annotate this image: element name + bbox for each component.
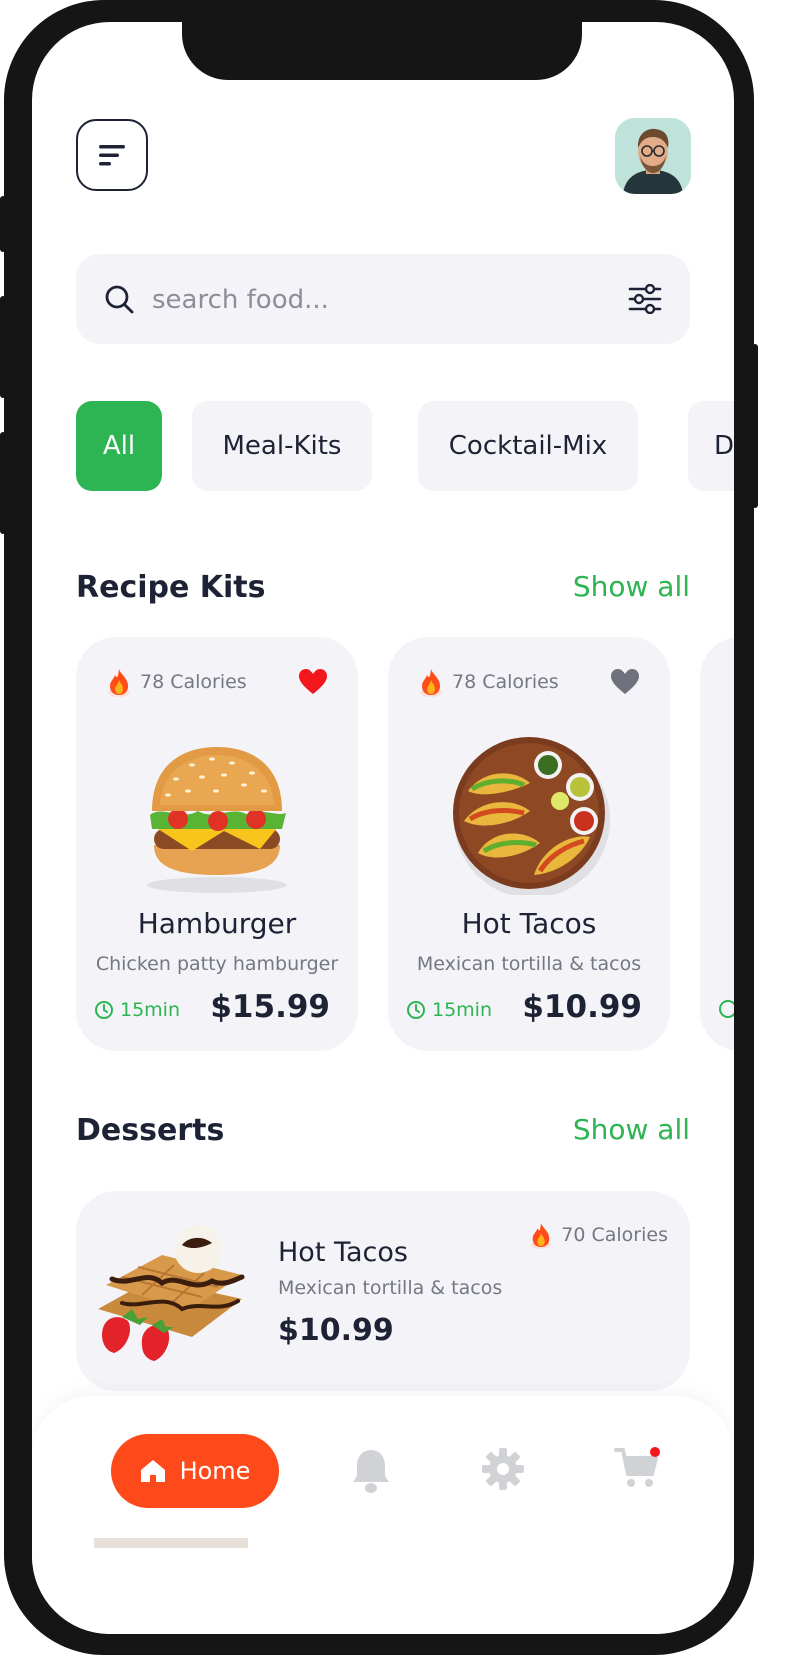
cart-icon[interactable] [614, 1446, 662, 1490]
card-title: Hot Tacos [461, 907, 597, 940]
prep-time: 15min [406, 999, 492, 1021]
search-bar [76, 254, 690, 346]
calories-label: 70 Calories [529, 1221, 668, 1249]
clock-icon [95, 1001, 113, 1019]
chip-all[interactable]: All [76, 401, 162, 491]
home-icon [140, 1460, 165, 1482]
menu-icon [99, 145, 125, 166]
dessert-title: Hot Tacos [278, 1237, 408, 1268]
clock-icon [719, 1000, 734, 1018]
bell-icon[interactable] [352, 1448, 390, 1494]
card-description: Mexican tortilla & tacos [416, 953, 642, 975]
menu-button[interactable] [76, 119, 148, 191]
chip-desserts[interactable]: De [688, 401, 734, 491]
heart-icon-filled[interactable] [298, 668, 328, 696]
avatar[interactable] [615, 118, 691, 194]
chip-meal-kits[interactable]: Meal-Kits [192, 401, 372, 491]
category-chips: All Meal-Kits Cocktail-Mix De [76, 401, 734, 491]
recipe-card[interactable]: 78 Calories Hamburger Chicken patty hamb… [76, 637, 358, 1051]
chip-cocktail-mix[interactable]: Cocktail-Mix [418, 401, 638, 491]
calories-label: 78 Calories [418, 667, 559, 697]
hamburger-image [147, 747, 287, 893]
card-price: $10.99 [522, 989, 642, 1025]
calories-text: 78 Calories [452, 671, 559, 693]
heart-icon[interactable] [610, 668, 640, 696]
fire-icon [108, 669, 130, 697]
search-input[interactable] [150, 254, 594, 346]
sliders-icon[interactable] [628, 284, 662, 314]
calories-text: 70 Calories [561, 1224, 668, 1246]
card-description: Chicken patty hamburger [95, 953, 339, 975]
calories-text: 78 Calories [140, 671, 247, 693]
nav-home-button[interactable]: Home [111, 1434, 279, 1508]
calories-label: 78 Calories [106, 667, 247, 697]
recipe-card[interactable]: 78 Calories Hot Tacos Mexican tortilla &… [388, 637, 670, 1051]
fire-icon [730, 667, 734, 697]
gear-icon[interactable] [482, 1448, 524, 1490]
phone-frame: All Meal-Kits Cocktail-Mix De Recipe Kit… [4, 0, 754, 1655]
dessert-card[interactable]: 70 Calories Hot Tacos Mexican tortilla &… [76, 1191, 690, 1391]
card-price: $15.99 [210, 989, 330, 1025]
recipe-card-peek[interactable] [700, 637, 734, 1051]
tacos-image [453, 737, 610, 895]
fire-icon [531, 1223, 552, 1249]
nav-home-label: Home [179, 1457, 251, 1485]
notch [182, 22, 582, 80]
waffle-image [98, 1225, 245, 1361]
prep-time-text: 15min [432, 999, 493, 1021]
show-all-recipe-kits[interactable]: Show all [573, 570, 690, 603]
dessert-price: $10.99 [278, 1313, 394, 1348]
clock-icon [407, 1001, 425, 1019]
app-screen: All Meal-Kits Cocktail-Mix De Recipe Kit… [32, 22, 734, 1634]
section-title-desserts: Desserts [76, 1113, 225, 1148]
cart-badge [650, 1447, 660, 1457]
section-title-recipe-kits: Recipe Kits [76, 570, 266, 605]
avatar-image [615, 118, 691, 194]
prep-time-text: 15min [120, 999, 181, 1021]
show-all-desserts[interactable]: Show all [573, 1113, 690, 1146]
fire-icon [420, 669, 442, 697]
card-title: Hamburger [137, 907, 297, 940]
dessert-description: Mexican tortilla & tacos [278, 1277, 503, 1299]
prep-time: 15min [94, 999, 180, 1021]
bottom-nav: Home [32, 1396, 734, 1634]
peek-image [94, 1538, 248, 1548]
search-icon[interactable] [104, 284, 134, 314]
